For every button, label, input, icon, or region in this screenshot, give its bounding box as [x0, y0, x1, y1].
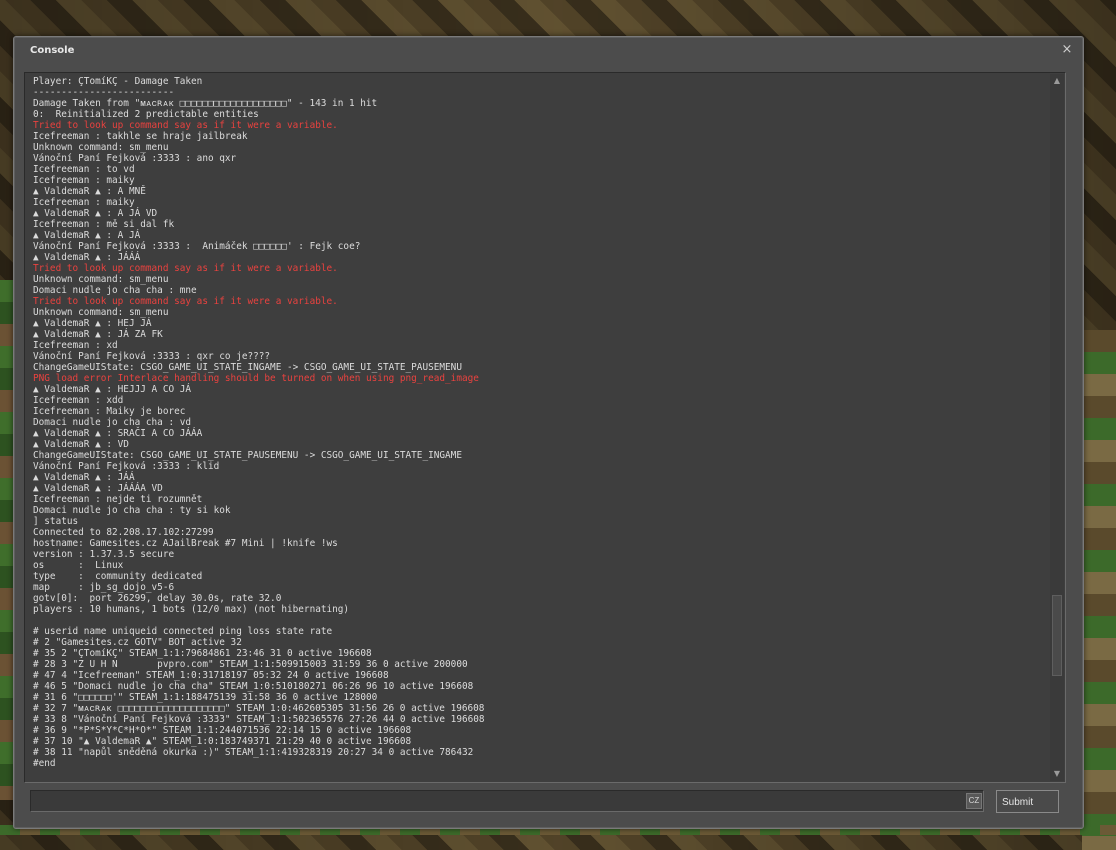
console-line: ▲ ValdemaR ▲ : A JÁ	[33, 230, 141, 241]
console-line: hostname: Gamesites.cz AJailBreak #7 Min…	[33, 538, 338, 549]
console-line: version : 1.37.3.5 secure	[33, 549, 175, 560]
console-line: map : jb_sg_dojo_v5-6	[33, 582, 175, 593]
console-line: ▲ ValdemaR ▲ : A JÁ VD	[33, 208, 158, 219]
console-line: players : 10 humans, 1 bots (12/0 max) (…	[33, 604, 350, 615]
window-title: Console	[30, 45, 75, 56]
scroll-thumb[interactable]	[1052, 594, 1062, 676]
console-line: # 37 10 "▲ ValdemaR ▲" STEAM_1:0:1837493…	[33, 736, 412, 747]
console-line: Domaci nudle jo cha cha : ty si kok	[33, 505, 231, 516]
console-line: Unknown command: sm_menu	[33, 142, 169, 153]
console-line: Vánoční Paní Fejková :3333 : ano qxr	[33, 153, 237, 164]
console-line: # 47 4 "Icefreeman" STEAM_1:0:31718197 0…	[33, 670, 389, 681]
console-error-line: Tried to look up command say as if it we…	[33, 120, 338, 131]
console-line: Vánoční Paní Fejková :3333 : qxr co je??…	[33, 351, 271, 362]
console-line: #end	[33, 758, 56, 769]
console-line: # userid name uniqueid connected ping lo…	[33, 626, 333, 637]
console-error-line: Tried to look up command say as if it we…	[33, 296, 338, 307]
console-line: # 33 8 "Vánoční Paní Fejková :3333" STEA…	[33, 714, 485, 725]
console-line: Connected to 82.208.17.102:27299	[33, 527, 214, 538]
console-line: ] status	[33, 516, 79, 527]
console-log: Player: ÇTomíKÇ - Damage Taken ----------…	[33, 76, 1043, 782]
console-line: Icefreeman : takhle se hraje jailbreak	[33, 131, 248, 142]
console-line: # 32 7 "ᴍᴀᴄʀᴀᴋ □□□□□□□□□□□□□□□□□□□" STEA…	[33, 703, 485, 714]
console-line: Icefreeman : maiky	[33, 175, 135, 186]
console-line: Player: ÇTomíKÇ - Damage Taken	[33, 76, 203, 87]
console-line: Icefreeman : Maiky je borec	[33, 406, 186, 417]
console-line: ▲ ValdemaR ▲ : VD	[33, 439, 129, 450]
console-line: ▲ ValdemaR ▲ : A MNĚ	[33, 186, 146, 197]
console-line: Domaci nudle jo cha cha : vd	[33, 417, 192, 428]
console-line: 0: Reinitialized 2 predictable entities	[33, 109, 259, 120]
console-line: Icefreeman : xd	[33, 340, 118, 351]
close-icon[interactable]: ×	[1060, 43, 1074, 57]
console-line: ChangeGameUIState: CSGO_GAME_UI_STATE_IN…	[33, 362, 462, 373]
title-bar[interactable]: Console ×	[14, 37, 1083, 63]
console-line: ▲ ValdemaR ▲ : SRAČI A CO JÁÁA	[33, 428, 203, 439]
console-line: # 38 11 "napůl sněděná okurka :)" STEAM_…	[33, 747, 474, 758]
console-line: ChangeGameUIState: CSGO_GAME_UI_STATE_PA…	[33, 450, 462, 461]
console-line: os : Linux	[33, 560, 124, 571]
keyboard-language-badge[interactable]: CZ	[966, 793, 982, 809]
console-line: ▲ ValdemaR ▲ : JÁÁ	[33, 472, 135, 483]
command-input-row: CZ	[30, 790, 984, 812]
console-line: Icefreeman : xdd	[33, 395, 124, 406]
console-line: Icefreeman : mě si dal fk	[33, 219, 175, 230]
console-line: Icefreeman : nejde ti rozumnět	[33, 494, 203, 505]
console-line: ▲ ValdemaR ▲ : HEJJJ A CO JÁ	[33, 384, 192, 395]
console-line: ▲ ValdemaR ▲ : JÁÁÁ	[33, 252, 141, 263]
console-error-line: Tried to look up command say as if it we…	[33, 263, 338, 274]
scroll-down-arrow-icon[interactable]: ▼	[1050, 767, 1064, 781]
console-line: # 46 5 "Domaci nudle jo cha cha" STEAM_1…	[33, 681, 474, 692]
scroll-up-arrow-icon[interactable]: ▲	[1050, 74, 1064, 88]
scroll-track[interactable]	[1052, 90, 1062, 765]
console-error-line: PNG load error Interlace handling should…	[33, 373, 479, 384]
console-line: Damage Taken from "ᴍᴀᴄʀᴀᴋ □□□□□□□□□□□□□□…	[33, 98, 378, 109]
console-line: ▲ ValdemaR ▲ : JÁ ZA FK	[33, 329, 163, 340]
console-line: Icefreeman : maiky	[33, 197, 135, 208]
console-line: ▲ ValdemaR ▲ : HEJ JÁ	[33, 318, 152, 329]
console-line: Unknown command: sm_menu	[33, 274, 169, 285]
console-line: # 35 2 "ÇTomíKÇ" STEAM_1:1:79684861 23:4…	[33, 648, 372, 659]
console-output[interactable]: Player: ÇTomíKÇ - Damage Taken ----------…	[24, 72, 1066, 783]
console-line: type : community dedicated	[33, 571, 203, 582]
console-line: Domaci nudle jo cha cha : mne	[33, 285, 197, 296]
submit-button[interactable]: Submit	[996, 790, 1059, 813]
console-line: # 36 9 "*P*S*Y*C*H*O*" STEAM_1:1:2440715…	[33, 725, 412, 736]
console-line: # 28 3 "Z U H N pvpro.com" STEAM_1:1:509…	[33, 659, 468, 670]
console-line: gotv[0]: port 26299, delay 30.0s, rate 3…	[33, 593, 282, 604]
console-line: Icefreeman : to vd	[33, 164, 135, 175]
console-line: # 2 "Gamesites.cz GOTV" BOT active 32	[33, 637, 242, 648]
console-line: -------------------------	[33, 87, 175, 98]
console-line: ▲ ValdemaR ▲ : JÁÁÁA VD	[33, 483, 163, 494]
command-input[interactable]	[31, 791, 961, 811]
vertical-scrollbar[interactable]: ▲ ▼	[1050, 74, 1064, 781]
console-line: Vánoční Paní Fejková :3333 : klid	[33, 461, 220, 472]
console-window: Console × Player: ÇTomíKÇ - Damage Taken…	[13, 36, 1084, 829]
console-line: # 31 6 "□□□□□□'" STEAM_1:1:188475139 31:…	[33, 692, 378, 703]
background-grass-right	[1082, 330, 1116, 850]
console-line: Unknown command: sm_menu	[33, 307, 169, 318]
console-line: Vánoční Paní Fejková :3333 : Animáček □□…	[33, 241, 361, 252]
